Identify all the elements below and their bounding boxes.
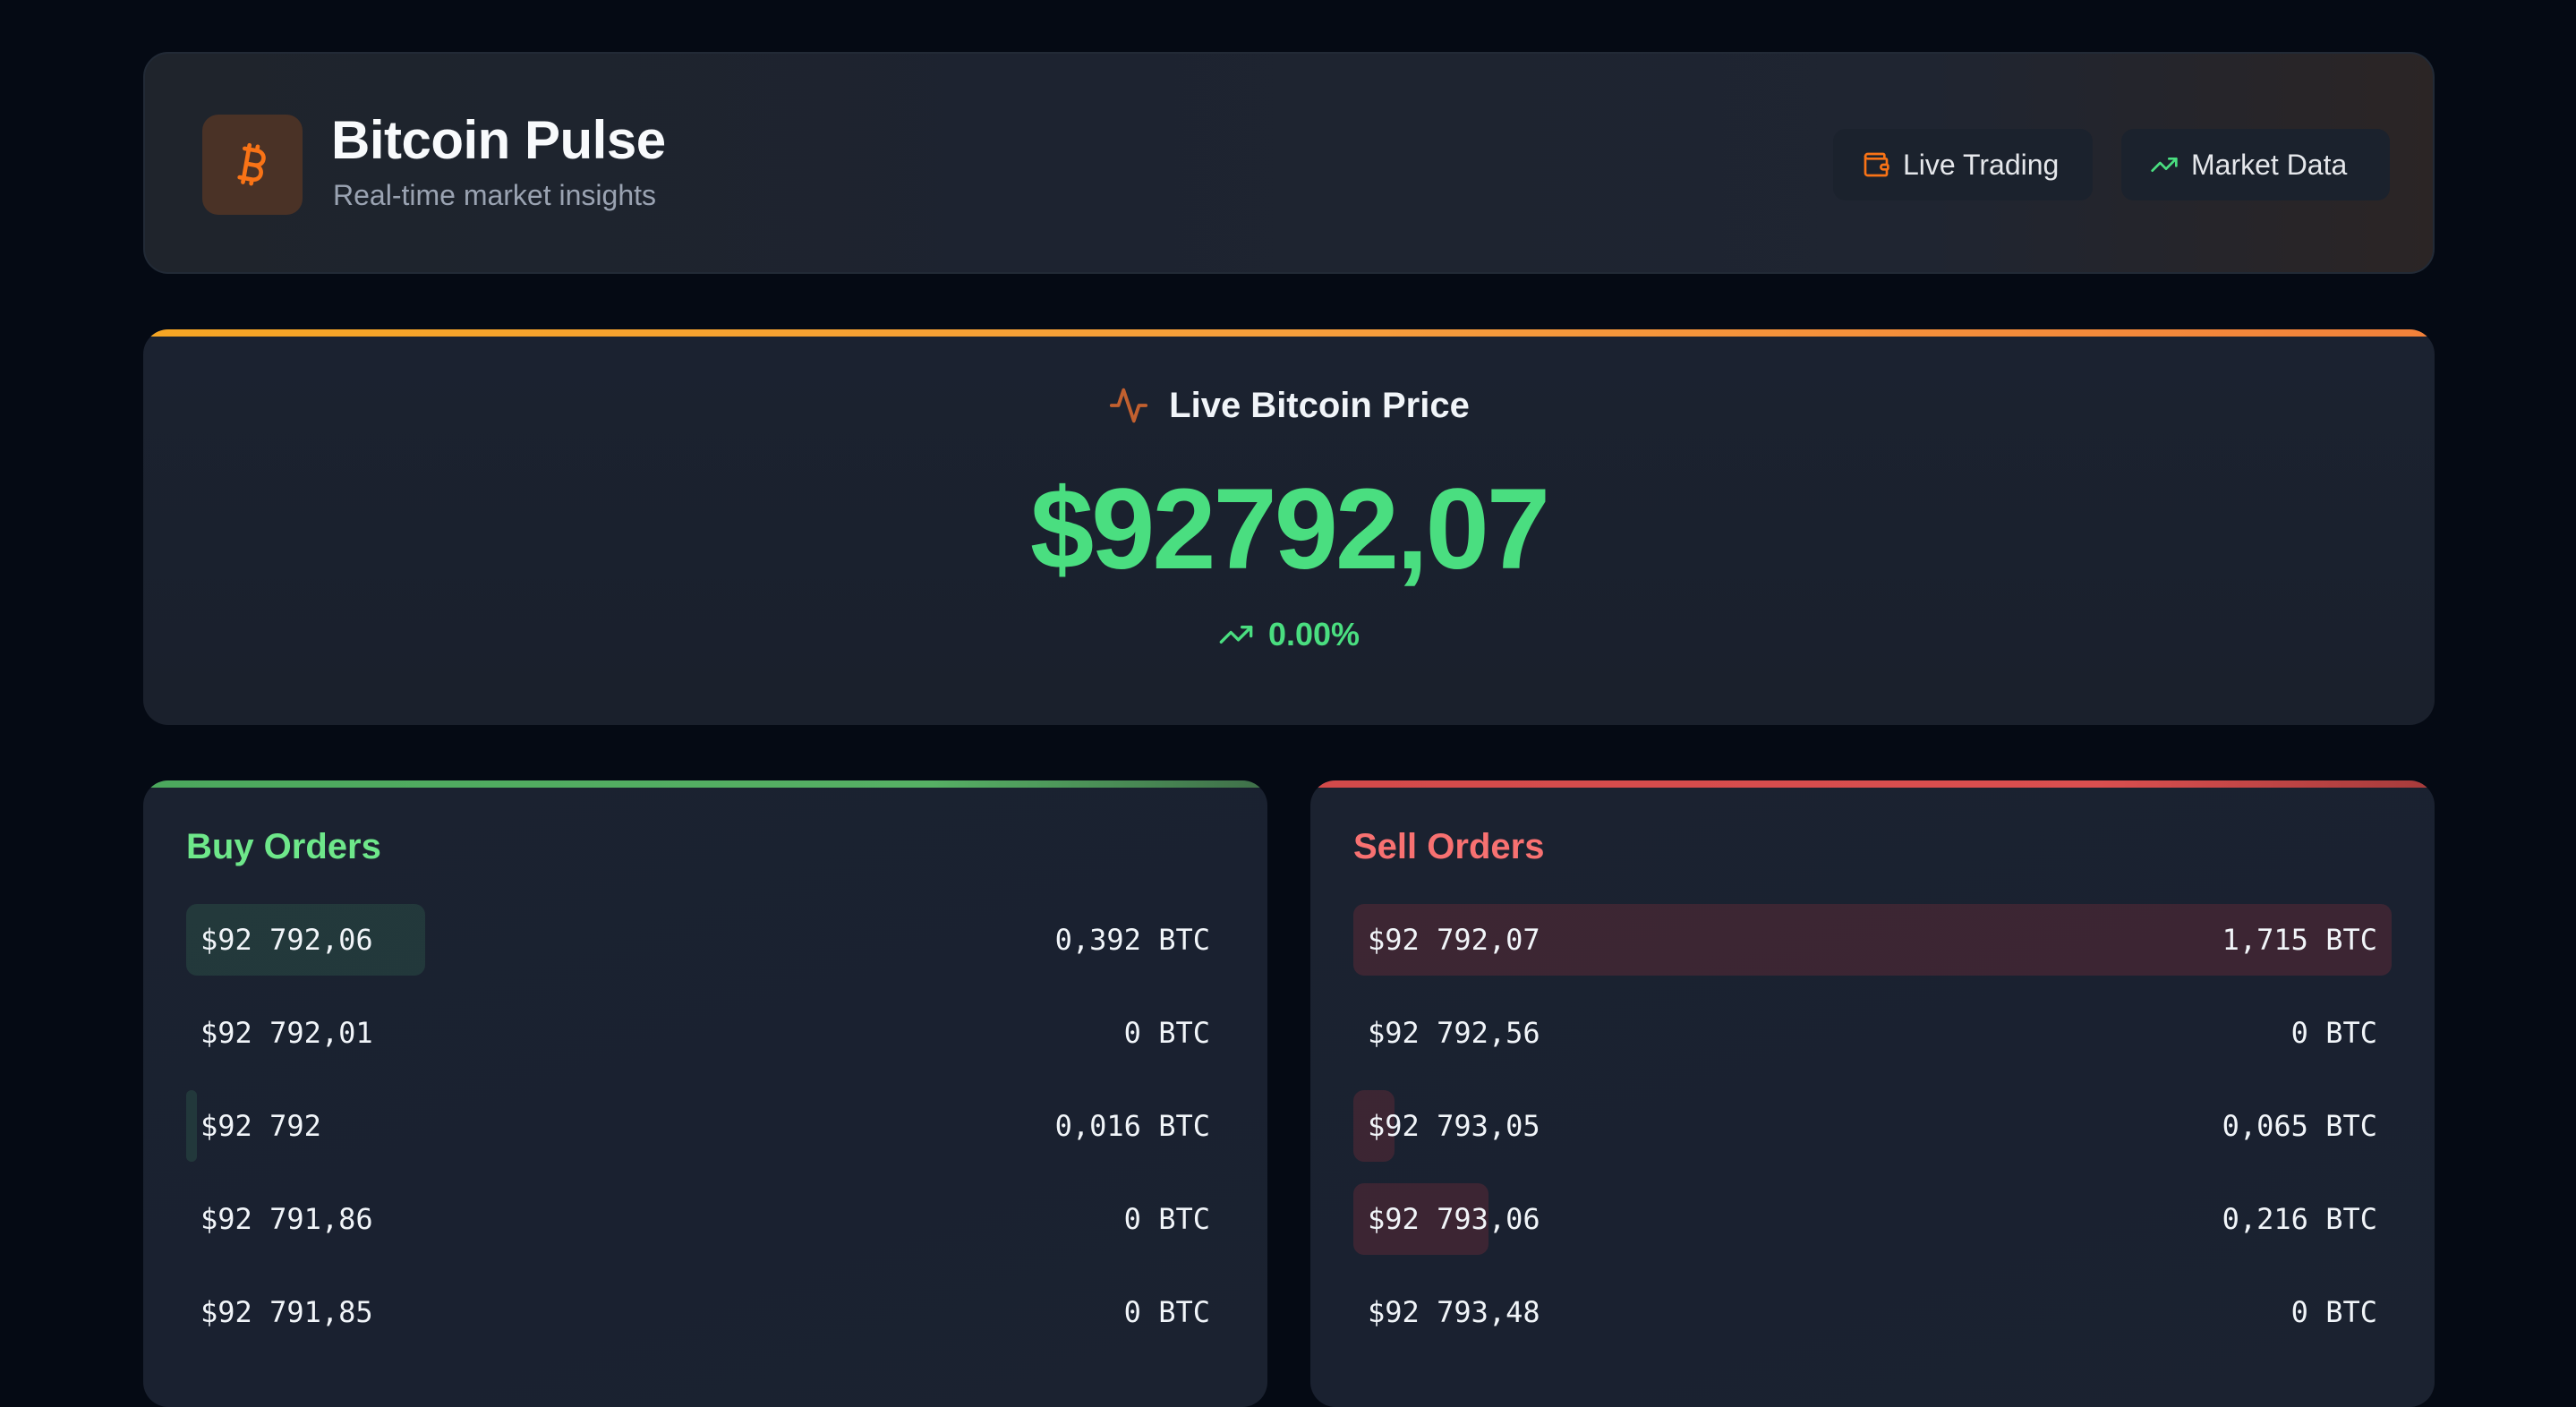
- price-card-accent: [143, 329, 2435, 337]
- order-price: $92 792,07: [1368, 923, 1540, 957]
- sell-order-row[interactable]: $92 793,05 0,065 BTC: [1353, 1090, 2392, 1162]
- trending-up-icon: [1218, 617, 1254, 652]
- price-label: Live Bitcoin Price: [1169, 385, 1470, 425]
- buy-orders-title: Buy Orders: [186, 827, 381, 866]
- logo: [202, 115, 303, 215]
- sell-order-row[interactable]: $92 792,07 1,715 BTC: [1353, 904, 2392, 976]
- depth-bar: [186, 1090, 197, 1162]
- order-price: $92 791,85: [200, 1295, 373, 1329]
- order-price: $92 791,86: [200, 1202, 373, 1236]
- order-price: $92 793,06: [1368, 1202, 1540, 1236]
- sell-order-row[interactable]: $92 792,56 0 BTC: [1353, 997, 2392, 1069]
- sell-order-row[interactable]: $92 793,06 0,216 BTC: [1353, 1183, 2392, 1255]
- live-trading-label: Live Trading: [1903, 148, 2060, 181]
- buy-order-row[interactable]: $92 791,86 0 BTC: [186, 1183, 1224, 1255]
- sell-orders-accent: [1310, 780, 2435, 788]
- price-change-row: 0.00%: [143, 616, 2435, 653]
- buy-order-row[interactable]: $92 792,06 0,392 BTC: [186, 904, 1224, 976]
- app-subtitle: Real-time market insights: [333, 179, 656, 211]
- trending-up-icon: [2150, 150, 2179, 179]
- sell-order-row[interactable]: $92 793,48 0 BTC: [1353, 1276, 2392, 1348]
- order-amount: 0 BTC: [1123, 1202, 1210, 1236]
- sell-orders-card: Sell Orders $92 792,07 1,715 BTC $92 792…: [1310, 780, 2435, 1407]
- buy-orders-accent: [143, 780, 1267, 788]
- order-price: $92 792,01: [200, 1016, 373, 1050]
- order-amount: 0 BTC: [1123, 1016, 1210, 1050]
- sell-orders-list: $92 792,07 1,715 BTC $92 792,56 0 BTC $9…: [1353, 904, 2392, 1369]
- order-price: $92 792,06: [200, 923, 373, 957]
- buy-orders-card: Buy Orders $92 792,06 0,392 BTC $92 792,…: [143, 780, 1267, 1407]
- order-price: $92 793,48: [1368, 1295, 1540, 1329]
- sell-orders-title: Sell Orders: [1353, 827, 1545, 866]
- order-amount: 0 BTC: [1123, 1295, 1210, 1329]
- order-amount: 0 BTC: [2290, 1295, 2377, 1329]
- buy-orders-list: $92 792,06 0,392 BTC $92 792,01 0 BTC $9…: [186, 904, 1224, 1369]
- bitcoin-price: $92792,07: [1029, 465, 1550, 593]
- buy-order-row[interactable]: $92 791,85 0 BTC: [186, 1276, 1224, 1348]
- price-change: 0.00%: [1267, 616, 1361, 652]
- price-label-row: Live Bitcoin Price: [143, 385, 2435, 426]
- order-price: $92 792,56: [1368, 1016, 1540, 1050]
- buy-order-row[interactable]: $92 792 0,016 BTC: [186, 1090, 1224, 1162]
- buy-order-row[interactable]: $92 792,01 0 BTC: [186, 997, 1224, 1069]
- order-price: $92 792: [200, 1109, 321, 1143]
- order-amount: 0,216 BTC: [2222, 1202, 2377, 1236]
- order-amount: 1,715 BTC: [2222, 923, 2377, 957]
- activity-icon: [1108, 385, 1149, 426]
- order-price: $92 793,05: [1368, 1109, 1540, 1143]
- app-header: Bitcoin Pulse Real-time market insights …: [143, 52, 2435, 274]
- order-amount: 0,392 BTC: [1054, 923, 1210, 957]
- order-amount: 0,016 BTC: [1054, 1109, 1210, 1143]
- live-price-card: Live Bitcoin Price $92792,07 0.00%: [143, 329, 2435, 725]
- live-trading-button[interactable]: Live Trading: [1833, 129, 2093, 200]
- order-amount: 0,065 BTC: [2222, 1109, 2377, 1143]
- market-data-button[interactable]: Market Data: [2121, 129, 2390, 200]
- wallet-icon: [1862, 150, 1890, 179]
- order-amount: 0 BTC: [2290, 1016, 2377, 1050]
- app-title: Bitcoin Pulse: [331, 110, 666, 170]
- market-data-label: Market Data: [2191, 148, 2348, 181]
- bitcoin-icon: [227, 140, 277, 190]
